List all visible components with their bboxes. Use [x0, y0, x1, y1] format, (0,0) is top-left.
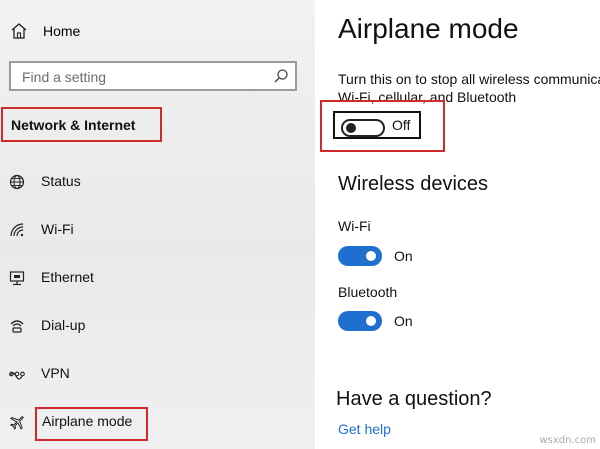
ethernet-icon — [9, 270, 27, 286]
wireless-devices-heading: Wireless devices — [338, 173, 489, 195]
dial-up-icon — [9, 318, 27, 334]
airplane-toggle-highlight: Off — [320, 100, 445, 152]
home-icon — [10, 22, 28, 40]
wifi-icon — [9, 222, 27, 238]
sidebar-item-label: Airplane mode — [42, 413, 133, 429]
airplane-toggle-state: Off — [392, 117, 411, 133]
description-line-1: Turn this on to stop all wireless commun… — [338, 71, 600, 87]
sidebar-item-wifi[interactable]: Wi-Fi — [0, 215, 315, 245]
page-title: Airplane mode — [338, 13, 519, 44]
sidebar-item-label: Ethernet — [41, 269, 94, 285]
get-help-link[interactable]: Get help — [338, 421, 391, 437]
search-input[interactable]: Find a setting — [9, 61, 297, 91]
airplane-mode-toggle[interactable]: Off — [333, 111, 421, 139]
main-content: Airplane mode Turn this on to stop all w… — [315, 0, 600, 449]
globe-icon — [9, 174, 27, 190]
vpn-icon — [9, 366, 27, 382]
bluetooth-label: Bluetooth — [338, 284, 398, 300]
sidebar: Home Find a setting Network & Internet S… — [0, 0, 315, 449]
sidebar-item-status[interactable]: Status — [0, 167, 315, 197]
wifi-toggle-state: On — [394, 248, 413, 264]
home-nav-item[interactable]: Home — [10, 18, 80, 44]
question-heading: Have a question? — [336, 388, 492, 410]
toggle-knob — [366, 316, 376, 326]
sidebar-item-label: Dial-up — [41, 317, 86, 333]
toggle-track[interactable] — [341, 119, 385, 137]
sidebar-item-vpn[interactable]: VPN — [0, 359, 315, 389]
sidebar-item-label: Status — [41, 173, 81, 189]
sidebar-item-airplane-mode[interactable]: Airplane mode — [0, 407, 315, 437]
home-label: Home — [43, 23, 81, 39]
section-title: Network & Internet — [11, 117, 136, 133]
sidebar-item-label: Wi-Fi — [41, 221, 74, 237]
sidebar-item-label: VPN — [41, 365, 70, 381]
sidebar-item-dial-up[interactable]: Dial-up — [0, 311, 315, 341]
toggle-knob — [366, 251, 376, 261]
wifi-label: Wi-Fi — [338, 218, 371, 234]
toggle-knob — [346, 123, 356, 133]
section-title-highlight: Network & Internet — [1, 107, 162, 142]
bluetooth-toggle[interactable] — [338, 311, 382, 331]
airplane-icon — [9, 414, 27, 430]
watermark: wsxdn.com — [539, 435, 596, 446]
bluetooth-toggle-state: On — [394, 313, 413, 329]
sidebar-item-ethernet[interactable]: Ethernet — [0, 263, 315, 293]
search-placeholder: Find a setting — [22, 69, 107, 85]
search-icon[interactable] — [273, 68, 289, 89]
wifi-toggle[interactable] — [338, 246, 382, 266]
